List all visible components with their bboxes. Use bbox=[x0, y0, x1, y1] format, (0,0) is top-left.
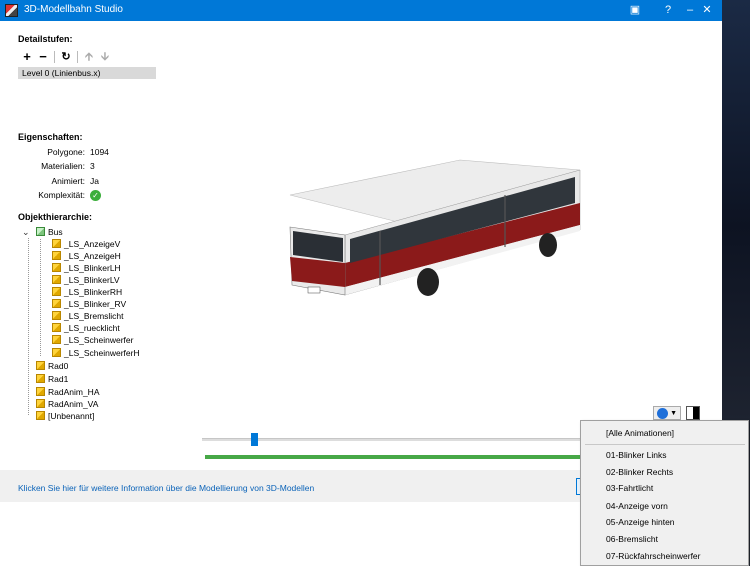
tree-node-label: _LS_BlinkerRH bbox=[64, 287, 123, 297]
tree-node-child[interactable]: _LS_BlinkerLH bbox=[52, 262, 121, 274]
refresh-icon[interactable]: ↻ bbox=[59, 50, 73, 64]
modelling-info-link[interactable]: Klicken Sie hier für weitere Information… bbox=[18, 483, 314, 493]
tree-node-label: _LS_AnzeigeH bbox=[64, 251, 121, 261]
tree-node[interactable]: [Unbenannt] bbox=[36, 410, 94, 422]
tree-node-child[interactable]: _LS_Scheinwerfer bbox=[52, 334, 133, 346]
tree-node-label: _LS_Scheinwerfer bbox=[64, 335, 134, 345]
tree-node-label: _LS_AnzeigeV bbox=[64, 239, 121, 249]
bus-license-plate bbox=[307, 286, 321, 294]
tree-node[interactable]: RadAnim_VA bbox=[36, 398, 98, 410]
tree-node[interactable]: RadAnim_HA bbox=[36, 386, 100, 398]
animation-dropdown-button[interactable]: ▼ bbox=[653, 406, 681, 420]
window-title: 3D-Modellbahn Studio bbox=[24, 4, 123, 15]
materials-value: 3 bbox=[90, 161, 95, 171]
menu-item-animation[interactable]: 03-Fahrtlicht bbox=[606, 483, 653, 493]
toolbar-divider bbox=[54, 51, 55, 63]
menu-item-animation[interactable]: 07-Rückfahrscheinwerfer bbox=[606, 551, 700, 561]
tree-node-child[interactable]: _LS_AnzeigeH bbox=[52, 250, 121, 262]
tree-node-label: Rad1 bbox=[48, 374, 69, 384]
menu-item-animation[interactable]: 04-Anzeige vorn bbox=[606, 501, 668, 511]
object-icon bbox=[52, 335, 61, 344]
tree-node-label: Bus bbox=[48, 227, 63, 237]
close-button[interactable]: ✕ bbox=[692, 0, 722, 21]
object-icon bbox=[36, 411, 45, 420]
object-icon bbox=[52, 299, 61, 308]
properties-header: Eigenschaften: bbox=[18, 132, 83, 142]
restore-icon[interactable]: ▣ bbox=[620, 0, 650, 21]
object-icon bbox=[52, 311, 61, 320]
tree-node[interactable]: Rad0 bbox=[36, 360, 68, 372]
model-viewport[interactable] bbox=[200, 135, 600, 325]
tree-node-label: _LS_ScheinwerferH bbox=[64, 348, 140, 358]
tree-node-label: _LS_BlinkerLV bbox=[64, 275, 120, 285]
play-icon bbox=[657, 408, 668, 419]
tree-node-child[interactable]: _LS_BlinkerLV bbox=[52, 274, 120, 286]
rear-wheel bbox=[539, 233, 557, 257]
object-icon bbox=[52, 263, 61, 272]
tree-node-child[interactable]: _LS_BlinkerRH bbox=[52, 286, 122, 298]
tree-node-child[interactable]: _LS_Blinker_RV bbox=[52, 298, 126, 310]
object-icon bbox=[52, 251, 61, 260]
tree-node-child[interactable]: _LS_Bremslicht bbox=[52, 310, 124, 322]
animated-value: Ja bbox=[90, 176, 99, 186]
mesh-icon bbox=[36, 227, 45, 236]
front-wheel bbox=[417, 268, 439, 296]
object-icon bbox=[52, 348, 61, 357]
lod-list-item[interactable]: Level 0 (Linienbus.x) bbox=[18, 67, 156, 79]
tree-node-label: _LS_BlinkerLH bbox=[64, 263, 121, 273]
background-toggle-button[interactable] bbox=[686, 406, 700, 420]
complexity-label: Komplexität: bbox=[38, 190, 85, 200]
polygons-label: Polygone: bbox=[47, 147, 85, 157]
tree-node-child[interactable]: _LS_ruecklicht bbox=[52, 322, 120, 334]
menu-item-animation[interactable]: 05-Anzeige hinten bbox=[606, 517, 675, 527]
app-icon bbox=[5, 4, 18, 17]
ok-icon: ✓ bbox=[90, 190, 101, 201]
tree-node-label: RadAnim_HA bbox=[48, 387, 100, 397]
object-icon bbox=[36, 374, 45, 383]
menu-item-all-animations[interactable]: [Alle Animationen] bbox=[606, 428, 674, 438]
title-bar[interactable]: 3D-Modellbahn Studio ▣ ? – ✕ bbox=[0, 0, 722, 21]
add-icon[interactable]: + bbox=[20, 50, 34, 64]
object-icon bbox=[52, 275, 61, 284]
detail-levels-header: Detailstufen: bbox=[18, 34, 73, 44]
menu-item-animation[interactable]: 06-Bremslicht bbox=[606, 534, 658, 544]
tree-node-bus[interactable]: Bus bbox=[36, 226, 63, 238]
tree-node[interactable]: Rad1 bbox=[36, 373, 68, 385]
object-icon bbox=[36, 387, 45, 396]
move-down-icon[interactable]: 🡫 bbox=[98, 50, 112, 64]
materials-label: Materialien: bbox=[41, 161, 85, 171]
tree-node-label: _LS_Bremslicht bbox=[64, 311, 124, 321]
toolbar-divider bbox=[77, 51, 78, 63]
tree-node-child[interactable]: _LS_AnzeigeV bbox=[52, 238, 120, 250]
tree-node-label: _LS_Blinker_RV bbox=[64, 299, 127, 309]
object-icon bbox=[52, 287, 61, 296]
animated-label: Animiert: bbox=[51, 176, 85, 186]
hierarchy-header: Objekthierarchie: bbox=[18, 212, 93, 222]
menu-separator bbox=[585, 444, 745, 445]
timeline-thumb[interactable] bbox=[251, 433, 258, 446]
timeline-track[interactable] bbox=[202, 438, 582, 441]
animation-menu: [Alle Animationen] 01-Blinker Links 02-B… bbox=[580, 420, 749, 566]
load-progress-bar bbox=[205, 455, 582, 459]
tree-node-label: RadAnim_VA bbox=[48, 399, 99, 409]
menu-item-animation[interactable]: 01-Blinker Links bbox=[606, 450, 666, 460]
chevron-down-icon: ▼ bbox=[670, 410, 677, 417]
menu-item-animation[interactable]: 02-Blinker Rechts bbox=[606, 467, 673, 477]
object-icon bbox=[36, 399, 45, 408]
object-icon bbox=[36, 361, 45, 370]
tree-node-child[interactable]: _LS_ScheinwerferH bbox=[52, 347, 140, 359]
tree-node-label: [Unbenannt] bbox=[48, 411, 95, 421]
polygons-value: 1094 bbox=[90, 147, 109, 157]
object-icon bbox=[52, 239, 61, 248]
remove-icon[interactable]: − bbox=[36, 50, 50, 64]
collapse-icon[interactable]: ⌄ bbox=[22, 227, 30, 238]
tree-node-label: _LS_ruecklicht bbox=[64, 323, 120, 333]
object-icon bbox=[52, 323, 61, 332]
move-up-icon[interactable]: 🡩 bbox=[82, 50, 96, 64]
tree-node-label: Rad0 bbox=[48, 361, 69, 371]
